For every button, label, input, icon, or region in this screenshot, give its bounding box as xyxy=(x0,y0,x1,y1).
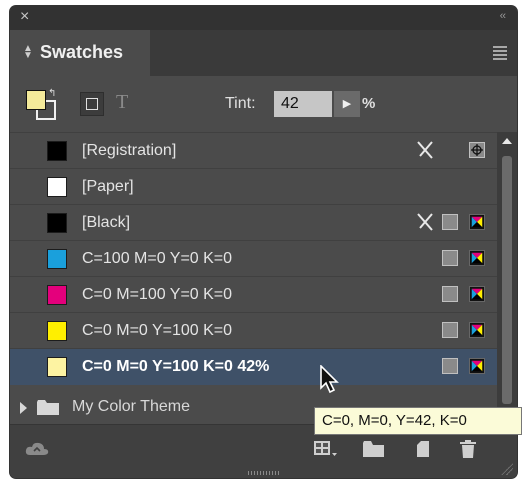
swatch-label: [Paper] xyxy=(82,178,134,195)
tab-swatches[interactable]: ▲ ▼ Swatches xyxy=(10,30,150,76)
fill-box[interactable] xyxy=(26,90,46,110)
swatch-label: C=0 M=0 Y=100 K=0 xyxy=(82,322,233,339)
scroll-thumb[interactable] xyxy=(502,156,512,404)
swatch-label: [Registration] xyxy=(82,142,177,159)
swatch-row-yellow-tint-selected[interactable]: C=0 M=0 Y=100 K=0 42% xyxy=(10,348,497,385)
resize-grip[interactable] xyxy=(248,471,280,475)
show-swatch-kinds-icon[interactable] xyxy=(313,439,339,461)
swatch-tooltip: C=0, M=0, Y=42, K=0 xyxy=(314,407,522,435)
formatting-affects-text-button[interactable]: T xyxy=(116,91,128,114)
swatch-chip xyxy=(47,177,67,197)
swatch-label: C=100 M=0 Y=0 K=0 xyxy=(82,250,233,267)
tint-input[interactable] xyxy=(274,91,332,117)
vertical-scrollbar[interactable] xyxy=(497,132,517,424)
tab-title: Swatches xyxy=(40,42,124,62)
tint-label: Tint: xyxy=(225,95,256,112)
swatch-chip xyxy=(47,249,67,269)
non-editable-icon xyxy=(417,141,433,159)
fill-stroke-icon[interactable]: ↰ xyxy=(26,88,56,120)
mouse-pointer-icon xyxy=(320,365,339,394)
swatch-row-magenta[interactable]: C=0 M=100 Y=0 K=0 xyxy=(10,276,497,313)
swatch-label: C=0 M=100 Y=0 K=0 xyxy=(82,286,233,303)
swatch-row-black[interactable]: [Black] xyxy=(10,204,497,241)
swatch-label: [Black] xyxy=(82,214,131,231)
close-panel-button[interactable]: × xyxy=(20,8,29,26)
swatch-row-yellow[interactable]: C=0 M=0 Y=100 K=0 xyxy=(10,312,497,349)
swatch-list: [Registration] [Paper] [Black] C=100 M=0… xyxy=(10,132,497,424)
expand-triangle-icon[interactable] xyxy=(20,402,27,414)
process-color-icon xyxy=(442,250,458,266)
tint-percent-label: % xyxy=(362,95,376,112)
folder-icon xyxy=(37,400,59,415)
delete-swatch-trash-icon[interactable] xyxy=(459,439,477,459)
swatch-label: C=0 M=0 Y=100 K=0 42% xyxy=(82,358,270,375)
collapse-panel-button[interactable]: ‹‹ xyxy=(500,10,506,22)
process-color-icon xyxy=(442,286,458,302)
cmyk-mode-icon xyxy=(469,214,485,230)
tab-row: ▲ ▼ Swatches xyxy=(10,30,517,76)
cmyk-mode-icon xyxy=(469,358,485,374)
swatch-chip xyxy=(47,357,67,377)
color-group-label: My Color Theme xyxy=(72,398,190,415)
tint-slider-button[interactable]: ▶ xyxy=(334,91,360,117)
new-swatch-icon[interactable] xyxy=(413,439,433,459)
resize-corner[interactable] xyxy=(501,463,513,475)
non-editable-icon xyxy=(417,213,433,231)
swatches-toolbar: ↰ T Tint: ▶ % xyxy=(10,76,517,132)
process-color-icon xyxy=(442,214,458,230)
cmyk-mode-icon xyxy=(469,322,485,338)
swatch-row-registration[interactable]: [Registration] xyxy=(10,132,497,169)
panel-titlebar: × ‹‹ xyxy=(10,6,517,30)
swatch-chip xyxy=(47,321,67,341)
process-color-icon xyxy=(442,358,458,374)
scroll-up-icon[interactable] xyxy=(502,138,512,144)
swatch-row-paper[interactable]: [Paper] xyxy=(10,168,497,205)
up-down-arrows-icon[interactable]: ▲ ▼ xyxy=(23,44,33,61)
cc-libraries-cloud-icon[interactable] xyxy=(24,439,50,459)
swatch-chip xyxy=(47,213,67,233)
swatch-chip xyxy=(47,285,67,305)
registration-icon xyxy=(469,142,485,158)
formatting-affects-container-button[interactable] xyxy=(80,92,104,116)
new-color-group-icon[interactable] xyxy=(362,439,386,459)
swatch-chip xyxy=(47,141,67,161)
swatch-row-cyan[interactable]: C=100 M=0 Y=0 K=0 xyxy=(10,240,497,277)
swap-arrow-icon[interactable]: ↰ xyxy=(48,88,56,99)
process-color-icon xyxy=(442,322,458,338)
panel-menu-icon[interactable] xyxy=(493,46,507,62)
cmyk-mode-icon xyxy=(469,250,485,266)
cmyk-mode-icon xyxy=(469,286,485,302)
